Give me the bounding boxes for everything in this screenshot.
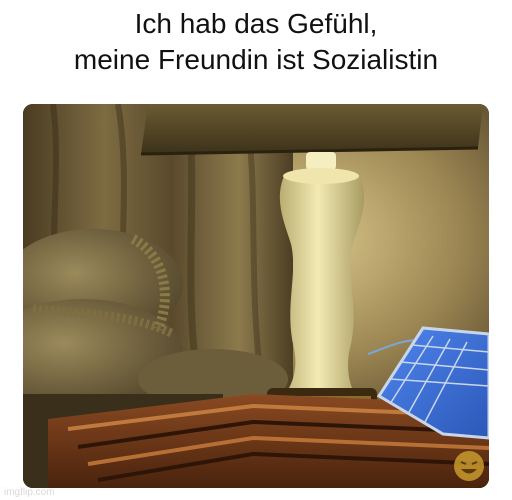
laughing-face-icon [454, 451, 484, 481]
meme-photo [23, 104, 489, 488]
meme-caption: Ich hab das Gefühl, meine Freundin ist S… [0, 6, 512, 78]
caption-line-2: meine Freundin ist Sozialistin [73, 44, 439, 75]
caption-line-1: Ich hab das Gefühl, [134, 8, 378, 39]
lamp-shade [140, 104, 483, 156]
watermark: imgflip.com [4, 487, 55, 498]
